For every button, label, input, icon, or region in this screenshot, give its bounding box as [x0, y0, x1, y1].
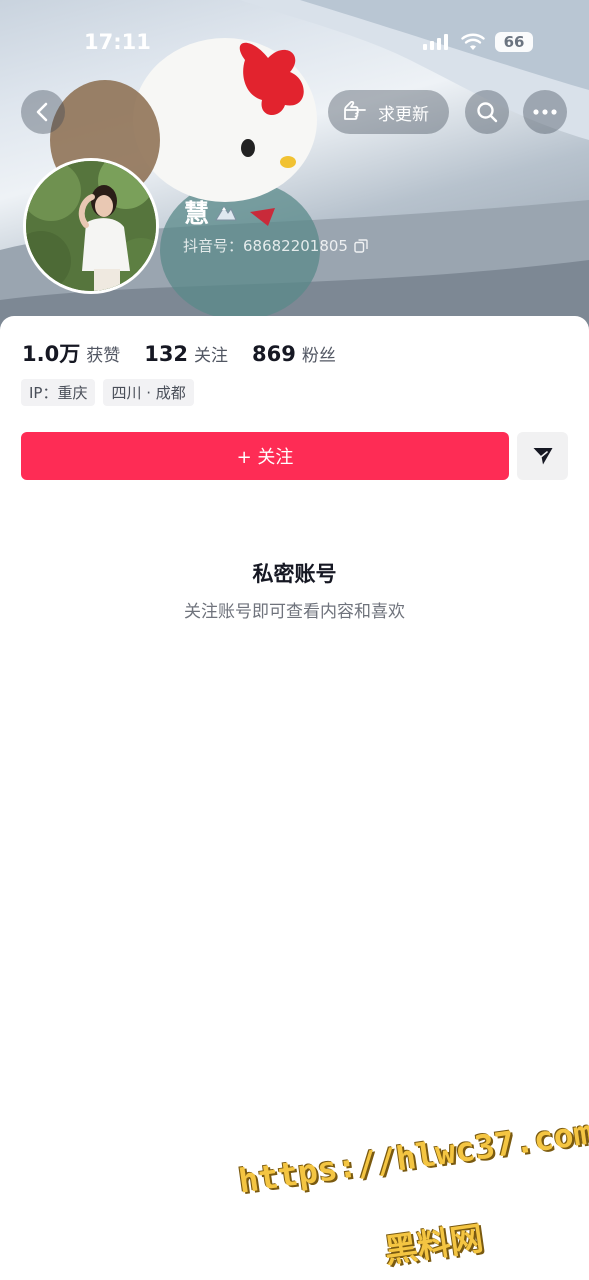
ip-location-tag: IP：重庆	[21, 379, 96, 406]
city-tag: 四川 · 成都	[103, 379, 194, 406]
more-icon	[533, 109, 557, 115]
watermark-site-name: 黑料网	[382, 1218, 486, 1271]
stat-likes[interactable]: 1.0万 获赞	[22, 338, 120, 368]
follow-button[interactable]: + 关注	[21, 432, 509, 480]
stat-followers[interactable]: 869 粉丝	[252, 341, 336, 366]
display-name: 慧	[184, 194, 237, 230]
more-button[interactable]	[523, 90, 567, 134]
back-icon	[36, 102, 48, 122]
battery-indicator: 66	[495, 32, 533, 52]
profile-banner: 17:11 66 求更新 慧 抖音号：68682201805	[0, 0, 589, 340]
wifi-icon	[461, 33, 485, 50]
pointing-hand-icon	[344, 101, 366, 120]
copy-icon[interactable]	[354, 238, 368, 253]
status-time: 17:11	[84, 30, 151, 54]
stat-value: 869	[252, 342, 296, 366]
share-icon	[533, 448, 552, 465]
mountain-emoji-icon	[215, 206, 237, 221]
stat-following[interactable]: 132 关注	[144, 341, 228, 366]
douyin-id[interactable]: 抖音号：68682201805	[183, 235, 368, 256]
private-account-title: 私密账号	[252, 562, 337, 586]
back-button[interactable]	[21, 90, 65, 134]
stat-value: 1.0万	[22, 342, 81, 366]
profile-tags: IP：重庆 四川 · 成都	[21, 379, 194, 406]
request-update-button[interactable]: 求更新	[328, 90, 449, 134]
stat-label: 获赞	[86, 346, 121, 366]
signal-icon	[423, 34, 448, 50]
watermark: https://hlwc37.com 黑料网	[236, 1112, 589, 1272]
stat-label: 粉丝	[301, 346, 336, 366]
request-update-label: 求更新	[378, 104, 429, 125]
stat-value: 132	[144, 342, 189, 366]
search-icon	[477, 102, 498, 123]
display-name-text: 慧	[184, 199, 210, 228]
avatar[interactable]	[23, 158, 159, 294]
profile-stats: 1.0万 获赞 132 关注 869 粉丝	[22, 338, 360, 368]
private-account-subtitle: 关注账号即可查看内容和喜欢	[184, 602, 405, 622]
share-button[interactable]	[517, 432, 568, 480]
stat-label: 关注	[194, 346, 229, 366]
search-button[interactable]	[465, 90, 509, 134]
douyin-id-text: 抖音号：68682201805	[183, 237, 348, 255]
avatar-image	[26, 161, 156, 291]
status-indicators: 66	[423, 32, 533, 52]
